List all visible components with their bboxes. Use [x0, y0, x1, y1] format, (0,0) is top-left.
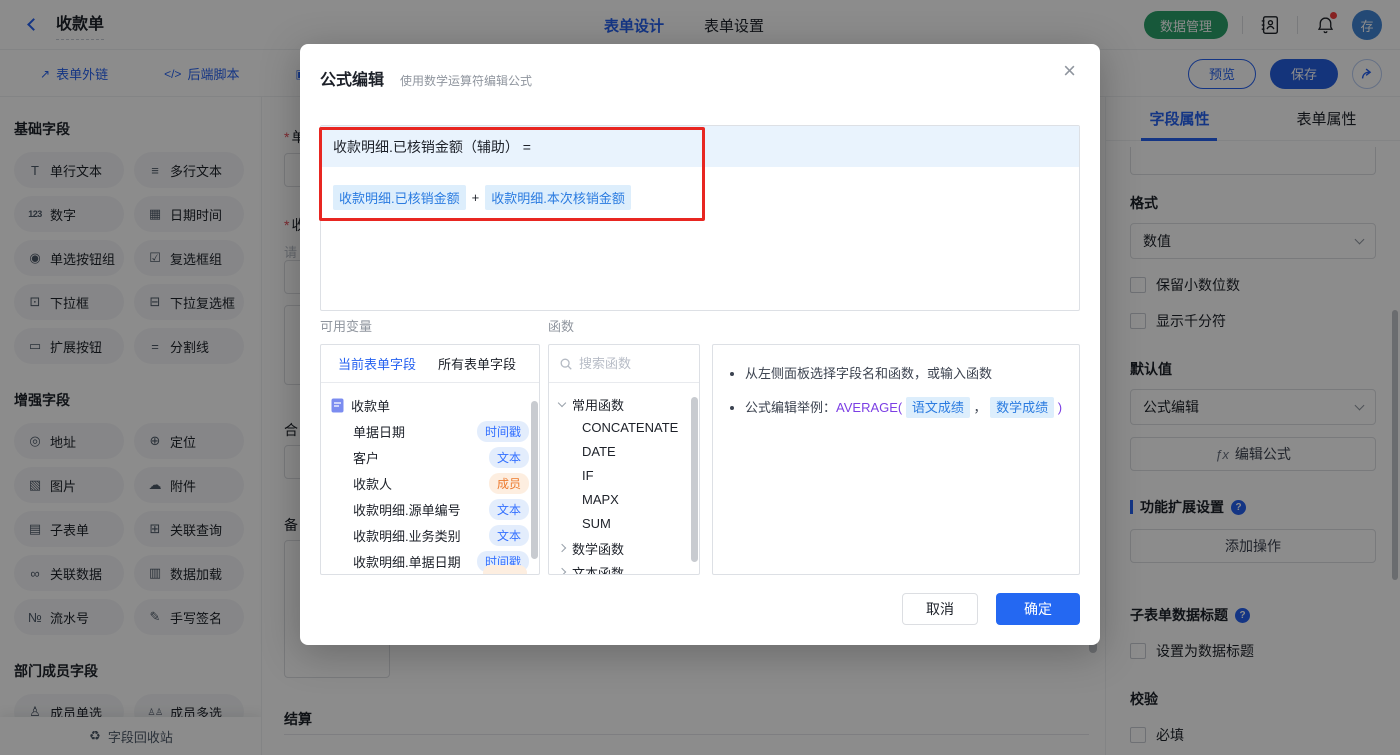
variables-scrollbar[interactable] — [531, 401, 538, 559]
search-icon — [560, 358, 572, 370]
function-group-common[interactable]: 常用函数 — [557, 392, 691, 416]
close-icon[interactable]: × — [1063, 60, 1076, 82]
search-input[interactable] — [579, 356, 675, 371]
chevron-down-icon — [557, 398, 567, 407]
variable-row[interactable]: 收款明细.源单编号 文本 — [331, 496, 529, 522]
chevron-right-icon — [557, 567, 567, 574]
document-icon — [331, 398, 344, 412]
cancel-button[interactable]: 取消 — [902, 593, 978, 625]
tip-line-2: 公式编辑举例：AVERAGE( 语文成绩 ， 数学成绩 ) — [745, 397, 1063, 419]
formula-field-token[interactable]: 收款明细.本次核销金额 — [485, 184, 631, 210]
formula-edit-modal: 公式编辑 使用数学运算符编辑公式 × 收款明细.已核销金额（辅助） = 收款明细… — [300, 44, 1100, 645]
formula-expression-input[interactable]: 收款明细.已核销金额 + 收款明细.本次核销金额 — [321, 167, 1079, 227]
modal-subtitle: 使用数学运算符编辑公式 — [400, 74, 533, 88]
plus-operator: + — [471, 189, 480, 205]
functions-scrollbar[interactable] — [691, 397, 698, 562]
variable-row[interactable]: 收款人 成员 — [331, 470, 529, 496]
function-item[interactable]: IF — [559, 464, 691, 488]
type-badge: 文本 — [488, 524, 529, 546]
formula-target-row: 收款明细.已核销金额（辅助） = — [321, 126, 1079, 167]
function-close-paren: ) — [1057, 400, 1063, 415]
functions-label: 函数 — [548, 319, 575, 334]
type-badge: 文本 — [488, 498, 529, 520]
functions-panel: 常用函数 CONCATENATE DATE IF MAPX SUM 数学函数 文… — [548, 344, 700, 575]
function-name-text: AVERAGE( — [836, 400, 903, 415]
function-item[interactable]: DATE — [559, 440, 691, 464]
function-group-math[interactable]: 数学函数 — [557, 536, 691, 560]
modal-title: 公式编辑 — [320, 72, 385, 89]
function-item[interactable]: MAPX — [559, 488, 691, 512]
variables-panel: 当前表单字段 所有表单字段 收款单 单据日期 时间戳 客户 文本 收款人 成员 … — [320, 344, 540, 575]
tips-panel: 从左侧面板选择字段名和函数，或输入函数 公式编辑举例：AVERAGE( 语文成绩… — [712, 344, 1080, 575]
clipped-badge — [483, 565, 527, 574]
function-search[interactable] — [549, 345, 699, 383]
formula-field-token[interactable]: 收款明细.已核销金额 — [333, 184, 466, 210]
type-badge: 时间戳 — [476, 420, 529, 442]
example-field-chip: 数学成绩 — [990, 397, 1055, 418]
function-group-text[interactable]: 文本函数 — [557, 560, 691, 574]
variables-label: 可用变量 — [320, 319, 373, 334]
formula-editor: 收款明细.已核销金额（辅助） = 收款明细.已核销金额 + 收款明细.本次核销金… — [320, 125, 1080, 311]
tip-line-1: 从左侧面板选择字段名和函数，或输入函数 — [745, 363, 1063, 385]
function-item[interactable]: SUM — [559, 512, 691, 536]
tree-root-form[interactable]: 收款单 — [331, 392, 529, 418]
confirm-button[interactable]: 确定 — [996, 593, 1080, 625]
variable-row[interactable]: 收款明细.业务类别 文本 — [331, 522, 529, 548]
tab-all-form-fields[interactable]: 所有表单字段 — [438, 354, 516, 373]
example-field-chip: 语文成绩 — [905, 397, 970, 418]
chevron-right-icon — [557, 543, 567, 552]
type-badge: 文本 — [488, 446, 529, 468]
tab-current-form-fields[interactable]: 当前表单字段 — [338, 354, 416, 373]
type-badge: 成员 — [488, 472, 529, 494]
function-item[interactable]: CONCATENATE — [559, 416, 691, 440]
variable-row[interactable]: 客户 文本 — [331, 444, 529, 470]
variable-row[interactable]: 单据日期 时间戳 — [331, 418, 529, 444]
